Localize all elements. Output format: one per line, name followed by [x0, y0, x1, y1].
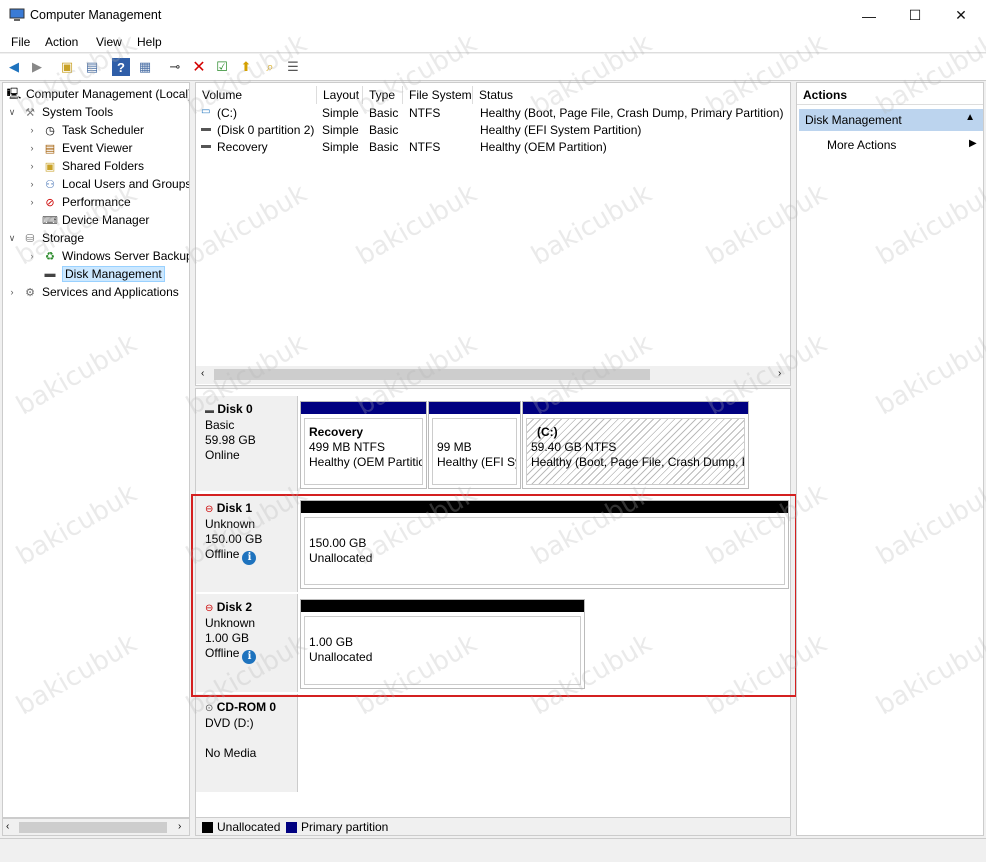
volume-icon: ▭: [201, 106, 211, 117]
scroll-left-icon[interactable]: ‹: [201, 368, 204, 379]
unallocated-swatch: [202, 822, 213, 833]
primary-swatch: [286, 822, 297, 833]
toolbar: ◀ ▶ ▣ ▤ ? ▦ ⊸ ✕ ☑ ⬆ ⌕ ☰: [0, 54, 986, 81]
chevron-right-icon[interactable]: ›: [26, 251, 38, 261]
navigation-tree: 🖳 Computer Management (Local) ∨ ⚒ System…: [2, 82, 190, 818]
tree-item-performance[interactable]: › ⊘ Performance: [26, 193, 131, 211]
computer-management-icon: [9, 8, 25, 21]
column-header-layout[interactable]: Layout: [317, 86, 363, 104]
tree-item-disk-management[interactable]: ▬ Disk Management: [26, 265, 165, 283]
storage-icon: ⛁: [25, 232, 35, 245]
clock-icon: ◷: [45, 124, 55, 137]
actions-title: Actions: [797, 83, 983, 105]
tree-item-device-manager[interactable]: ⌨ Device Manager: [26, 211, 149, 229]
disk-0-header[interactable]: ▬ Disk 0 Basic 59.98 GB Online: [196, 396, 298, 491]
column-header-volume[interactable]: Volume: [196, 86, 317, 104]
disk-drive-icon: ▬: [205, 405, 214, 415]
legend: Unallocated Primary partition: [195, 817, 791, 836]
backup-icon: ♻: [45, 250, 55, 263]
minimize-button[interactable]: —: [846, 0, 892, 31]
table-row[interactable]: ▭ (C:) Simple Basic NTFS Healthy (Boot, …: [196, 105, 790, 122]
submenu-arrow-icon[interactable]: ▶: [969, 138, 977, 149]
computer-icon: 🖳: [6, 87, 22, 100]
chevron-right-icon[interactable]: ›: [6, 287, 18, 297]
event-viewer-icon: ▤: [44, 142, 56, 155]
cdrom-header[interactable]: ⊙ CD-ROM 0 DVD (D:) No Media: [196, 694, 298, 792]
tree-horizontal-scrollbar[interactable]: ‹ ›: [2, 818, 190, 836]
properties-icon[interactable]: ▦: [136, 58, 154, 76]
help-icon[interactable]: ?: [112, 58, 130, 76]
menu-action[interactable]: Action: [45, 35, 78, 49]
tree-item-event-viewer[interactable]: › ▤ Event Viewer: [26, 139, 133, 157]
more-actions-item[interactable]: More Actions: [827, 138, 896, 152]
connect-icon[interactable]: ⊸: [166, 58, 184, 76]
menu-bar: File Action View Help: [0, 31, 986, 53]
chevron-right-icon[interactable]: ›: [26, 179, 38, 189]
chevron-right-icon[interactable]: ›: [26, 125, 38, 135]
forward-arrow-icon[interactable]: ▶: [28, 58, 46, 76]
folder-up-icon[interactable]: ⬆: [237, 58, 255, 76]
window-title: Computer Management: [30, 8, 162, 22]
menu-view[interactable]: View: [96, 35, 122, 49]
actions-pane: Actions Disk Management ▲ More Actions ▶: [796, 82, 984, 836]
tree-item-shared-folders[interactable]: › ▣ Shared Folders: [26, 157, 145, 175]
cdrom-icon: ⊙: [205, 703, 214, 714]
chevron-right-icon[interactable]: ›: [26, 197, 38, 207]
collapse-up-icon[interactable]: ▲: [965, 112, 975, 123]
actions-section-disk-management[interactable]: Disk Management ▲: [799, 109, 983, 131]
close-button[interactable]: ✕: [938, 0, 984, 31]
volume-icon: ▬: [201, 140, 211, 151]
maximize-button[interactable]: ☐: [892, 0, 938, 31]
tools-icon: ⚒: [25, 106, 35, 119]
delete-icon[interactable]: ✕: [190, 58, 208, 76]
tree-item-services-applications[interactable]: › ⚙ Services and Applications: [6, 283, 179, 301]
tree-item-windows-server-backup[interactable]: › ♻ Windows Server Backup: [26, 247, 190, 265]
highlight-box: [191, 494, 797, 697]
menu-help[interactable]: Help: [137, 35, 162, 49]
menu-file[interactable]: File: [11, 35, 30, 49]
device-manager-icon: ⌨: [42, 214, 58, 227]
tree-item-local-users[interactable]: › ⚇ Local Users and Groups: [26, 175, 190, 193]
legend-unallocated: Unallocated: [217, 820, 281, 834]
title-bar: Computer Management — ☐ ✕: [0, 0, 986, 31]
list-view-icon[interactable]: ☰: [284, 58, 302, 76]
search-folder-icon[interactable]: ⌕: [261, 58, 279, 76]
shared-folder-icon: ▣: [44, 160, 56, 173]
chevron-right-icon[interactable]: ›: [26, 143, 38, 153]
volume-icon: ▬: [201, 123, 211, 134]
chevron-down-icon[interactable]: ∨: [6, 233, 18, 244]
tree-item-task-scheduler[interactable]: › ◷ Task Scheduler: [26, 121, 145, 139]
scroll-right-icon[interactable]: ›: [778, 368, 781, 379]
chevron-right-icon[interactable]: ›: [26, 161, 38, 171]
scroll-left-icon[interactable]: ‹: [6, 821, 9, 832]
partition-recovery[interactable]: Recovery 499 MB NTFS Healthy (OEM Partit…: [300, 401, 427, 489]
column-header-file-system[interactable]: File System: [403, 86, 473, 104]
show-hide-tree-icon[interactable]: ▤: [83, 58, 101, 76]
volume-horizontal-scrollbar[interactable]: ‹ ›: [196, 366, 790, 384]
tree-item-storage[interactable]: ∨ ⛁ Storage: [6, 229, 84, 247]
chevron-down-icon[interactable]: ∨: [6, 107, 18, 118]
scroll-thumb[interactable]: [214, 369, 650, 380]
scroll-thumb[interactable]: [19, 822, 167, 833]
legend-primary: Primary partition: [301, 820, 389, 834]
status-bar: [0, 838, 986, 862]
back-arrow-icon[interactable]: ◀: [5, 58, 23, 76]
check-icon[interactable]: ☑: [213, 58, 231, 76]
scroll-right-icon[interactable]: ›: [178, 821, 181, 832]
tree-item-system-tools[interactable]: ∨ ⚒ System Tools: [6, 103, 113, 121]
disk-icon: ▬: [44, 268, 56, 280]
performance-icon: ⊘: [45, 196, 55, 209]
partition-c[interactable]: (C:) 59.40 GB NTFS Healthy (Boot, Page F…: [522, 401, 749, 489]
services-icon: ⚙: [25, 286, 35, 299]
partition-efi[interactable]: 99 MB Healthy (EFI Sy: [428, 401, 521, 489]
column-header-type[interactable]: Type: [363, 86, 403, 104]
volume-list: Volume Layout Type File System Status ▭ …: [195, 82, 791, 386]
table-row[interactable]: ▬ (Disk 0 partition 2) Simple Basic Heal…: [196, 122, 790, 139]
up-folder-icon[interactable]: ▣: [58, 58, 76, 76]
tree-item-root[interactable]: 🖳 Computer Management (Local): [6, 85, 189, 103]
users-icon: ⚇: [45, 178, 55, 191]
column-header-status[interactable]: Status: [473, 86, 783, 104]
table-row[interactable]: ▬ Recovery Simple Basic NTFS Healthy (OE…: [196, 139, 790, 156]
